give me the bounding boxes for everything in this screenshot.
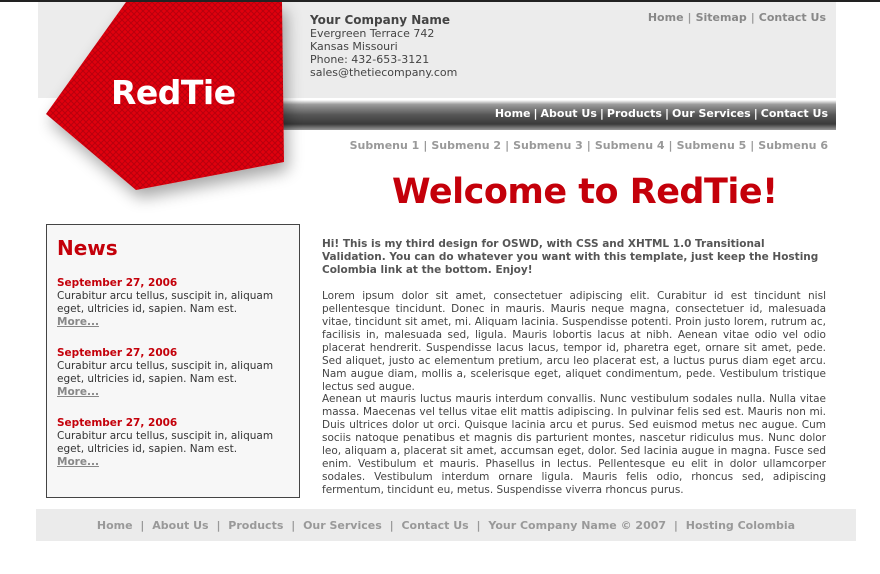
news-date: September 27, 2006 xyxy=(57,277,178,289)
company-address-2: Kansas Missouri xyxy=(310,40,398,53)
nav-home[interactable]: Home xyxy=(495,107,531,120)
company-address-1: Evergreen Terrace 742 xyxy=(310,27,435,40)
footer-link-our-services[interactable]: Our Services xyxy=(303,519,382,532)
footer-link-products[interactable]: Products xyxy=(228,519,283,532)
top-link-contact[interactable]: Contact Us xyxy=(759,11,826,24)
news-text: Curabitur arcu tellus, suscipit in, aliq… xyxy=(57,360,274,385)
news-more-link[interactable]: More... xyxy=(57,456,99,468)
news-more-link[interactable]: More... xyxy=(57,316,99,328)
top-link-sitemap[interactable]: Sitemap xyxy=(696,11,747,24)
footer-credit-link[interactable]: Hosting Colombia xyxy=(686,519,795,532)
body-paragraph: Aenean ut mauris luctus mauris interdum … xyxy=(322,393,826,496)
nav-our-services[interactable]: Our Services xyxy=(672,107,751,120)
news-text: Curabitur arcu tellus, suscipit in, aliq… xyxy=(57,430,274,455)
submenu-1[interactable]: Submenu 1 xyxy=(350,139,420,152)
submenu-2[interactable]: Submenu 2 xyxy=(431,139,501,152)
top-links: Home | Sitemap | Contact Us xyxy=(647,11,826,24)
footer-copyright: Your Company Name © 2007 xyxy=(488,519,667,532)
top-link-home[interactable]: Home xyxy=(648,11,684,24)
news-date: September 27, 2006 xyxy=(57,347,178,359)
logo-text: RedTie xyxy=(111,73,236,112)
submenu: Submenu 1 | Submenu 2 | Submenu 3 | Submenu 4 |… xyxy=(349,139,828,152)
news-item: September 27, 2006 Curabitur arcu tellus… xyxy=(57,347,297,399)
company-phone: Phone: 432-653-3121 xyxy=(310,53,430,66)
footer: Home | About Us | Products | Our Service… xyxy=(36,509,856,541)
news-item: September 27, 2006 Curabitur arcu tellus… xyxy=(57,277,297,329)
footer-link-home[interactable]: Home xyxy=(97,519,133,532)
main-nav: Home | About Us | Products | Our Services | Cont… xyxy=(494,107,828,120)
submenu-3[interactable]: Submenu 3 xyxy=(513,139,583,152)
submenu-5[interactable]: Submenu 5 xyxy=(677,139,747,152)
logo[interactable]: RedTie xyxy=(38,2,308,217)
footer-link-about-us[interactable]: About Us xyxy=(152,519,208,532)
footer-link-contact-us[interactable]: Contact Us xyxy=(401,519,468,532)
company-name: Your Company Name xyxy=(310,13,451,27)
nav-products[interactable]: Products xyxy=(607,107,662,120)
submenu-6[interactable]: Submenu 6 xyxy=(758,139,828,152)
submenu-4[interactable]: Submenu 4 xyxy=(595,139,665,152)
company-info: Your Company Name Evergreen Terrace 742 … xyxy=(310,13,458,80)
body-paragraph: Lorem ipsum dolor sit amet, consectetuer… xyxy=(322,290,826,393)
news-item: September 27, 2006 Curabitur arcu tellus… xyxy=(57,417,297,469)
news-panel: News September 27, 2006 Curabitur arcu t… xyxy=(46,224,300,498)
news-text: Curabitur arcu tellus, suscipit in, aliq… xyxy=(57,290,274,315)
nav-contact-us[interactable]: Contact Us xyxy=(761,107,828,120)
intro-text: Hi! This is my third design for OSWD, wi… xyxy=(322,238,819,276)
news-more-link[interactable]: More... xyxy=(57,386,99,398)
page-title: Welcome to RedTie! xyxy=(392,172,778,212)
news-date: September 27, 2006 xyxy=(57,417,178,429)
nav-about-us[interactable]: About Us xyxy=(541,107,597,120)
company-email: sales@thetiecompany.com xyxy=(310,66,458,79)
news-title: News xyxy=(57,236,118,260)
